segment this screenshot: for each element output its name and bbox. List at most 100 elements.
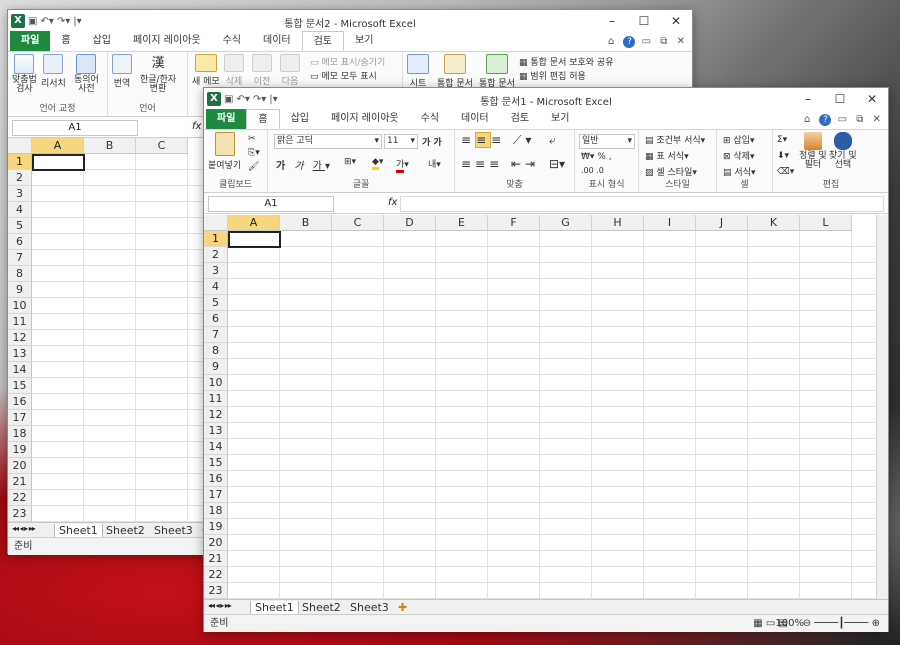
tab-6[interactable]: 검토 <box>301 31 345 51</box>
tab-4[interactable]: 수식 <box>212 31 252 51</box>
sheet-nav-buttons[interactable]: ◂◂ ◂ ▸ ▸▸ <box>208 601 232 610</box>
customize-qat-icon[interactable]: |▾ <box>269 94 277 105</box>
tab-2[interactable]: 삽입 <box>82 31 122 51</box>
column-header[interactable]: J <box>696 215 748 231</box>
tab-4[interactable]: 수식 <box>410 109 450 129</box>
row-header[interactable]: 3 <box>8 186 32 202</box>
row-header[interactable]: 10 <box>8 298 32 314</box>
column-header[interactable]: C <box>332 215 384 231</box>
font-grow-shrink-buttons[interactable]: 가 가 <box>422 135 442 148</box>
hanja-convert-button[interactable]: 漢 한글/한자 변환 <box>140 54 176 94</box>
ribbon-window-controls[interactable]: ⌂ ? ▭ ⧉ ✕ <box>608 36 688 48</box>
tab-3[interactable]: 페이지 레이아웃 <box>320 109 410 129</box>
insert-sheet-icon[interactable]: ✚ <box>394 601 411 615</box>
tab-1[interactable]: 홈 <box>50 31 81 51</box>
column-header[interactable]: F <box>488 215 540 231</box>
table-format-button[interactable]: ▦ 표 서식▾ <box>645 149 689 162</box>
column-header[interactable]: D <box>384 215 436 231</box>
insert-cells-button[interactable]: ⊞ 삽입▾ <box>723 133 755 146</box>
row-header[interactable]: 19 <box>204 519 228 535</box>
tab-2[interactable]: 삽입 <box>280 109 320 129</box>
help-icon[interactable]: ? <box>623 36 636 48</box>
fill-color-button[interactable]: ◆▾ <box>372 157 383 170</box>
protect-share-button[interactable]: ▦ 통합 문서 보호와 공유 <box>519 55 613 68</box>
save-icon[interactable]: ▣ <box>224 94 233 105</box>
help-icon[interactable]: ? <box>819 114 832 126</box>
row-header[interactable]: 8 <box>8 266 32 282</box>
name-box[interactable]: A1 <box>12 120 138 136</box>
customize-qat-icon[interactable]: |▾ <box>73 16 81 27</box>
decimal-buttons[interactable]: .00 .0 <box>581 166 604 175</box>
zoom-slider[interactable]: ⊖ ────┃──── ⊕ <box>803 615 880 633</box>
tab-5[interactable]: 데이터 <box>450 109 500 129</box>
sheet-tab-1[interactable]: Sheet1 <box>54 524 103 538</box>
protect-sheet-button[interactable]: 시트 <box>407 54 429 89</box>
row-header[interactable]: 16 <box>204 471 228 487</box>
sheet-tab-3[interactable]: Sheet3 <box>150 524 197 538</box>
maximize-button[interactable]: ☐ <box>824 88 856 110</box>
autosum-icon[interactable]: Σ▾ <box>777 132 794 148</box>
sheet-tab-3[interactable]: Sheet3 <box>346 601 393 615</box>
tab-7[interactable]: 보기 <box>540 109 580 129</box>
vertical-scrollbar[interactable] <box>876 215 888 599</box>
row-header[interactable]: 11 <box>8 314 32 330</box>
row-header[interactable]: 15 <box>8 378 32 394</box>
undo-icon[interactable]: ↶▾ <box>236 94 249 105</box>
zoom-percent[interactable]: 100% <box>775 615 804 633</box>
phonetic-button[interactable]: 내▾ <box>428 157 441 170</box>
row-header[interactable]: 6 <box>204 311 228 327</box>
spell-check-button[interactable]: 맞춤법 검사 <box>12 54 37 94</box>
currency-percent-comma-buttons[interactable]: ₩▾ % , <box>581 152 612 162</box>
format-painter-icon[interactable]: 🖌 <box>248 160 260 174</box>
sheet-tab-2[interactable]: Sheet2 <box>298 601 345 615</box>
row-header[interactable]: 22 <box>204 567 228 583</box>
tab-3[interactable]: 페이지 레이아웃 <box>122 31 212 51</box>
row-header[interactable]: 15 <box>204 455 228 471</box>
prev-comment-button[interactable]: 이전 <box>252 54 272 87</box>
worksheet-grid[interactable]: A B C D E F G H I J K L 1 2 3 4 5 6 7 8 9 10 11 12 13 14 15 16 17 18 1… <box>204 215 876 599</box>
tab-0[interactable]: 파일 <box>10 31 51 51</box>
row-header[interactable]: 7 <box>204 327 228 343</box>
border-button[interactable]: ⊞▾ <box>344 157 356 167</box>
row-header[interactable]: 1 <box>204 231 228 247</box>
row-header[interactable]: 20 <box>8 458 32 474</box>
row-header[interactable]: 23 <box>8 506 32 522</box>
vertical-align-buttons[interactable]: ≡≡≡ ⟋▾ <box>461 132 535 148</box>
save-icon[interactable]: ▣ <box>28 16 37 27</box>
tab-6[interactable]: 검토 <box>500 109 540 129</box>
redo-icon[interactable]: ↷▾ <box>57 16 70 27</box>
row-header[interactable]: 21 <box>204 551 228 567</box>
row-header[interactable]: 9 <box>204 359 228 375</box>
close-button[interactable]: ✕ <box>660 10 692 32</box>
column-header[interactable]: A <box>32 138 84 154</box>
formula-input[interactable] <box>400 196 884 212</box>
active-cell[interactable] <box>228 231 281 248</box>
row-header[interactable]: 9 <box>8 282 32 298</box>
row-header[interactable]: 2 <box>8 170 32 186</box>
row-header[interactable]: 7 <box>8 250 32 266</box>
row-header[interactable]: 4 <box>204 279 228 295</box>
tab-7[interactable]: 보기 <box>344 31 384 51</box>
column-header[interactable]: H <box>592 215 644 231</box>
row-header[interactable]: 12 <box>8 330 32 346</box>
fx-icon[interactable]: fx <box>388 197 397 208</box>
horizontal-align-buttons[interactable]: ≡≡≡ ⇤⇥ <box>461 157 539 171</box>
row-header[interactable]: 11 <box>204 391 228 407</box>
ribbon-window-controls[interactable]: ⌂ ? ▭ ⧉ ✕ <box>804 114 884 126</box>
select-all-corner[interactable] <box>8 138 32 154</box>
research-button[interactable]: 리서치 <box>41 54 66 89</box>
next-comment-button[interactable]: 다음 <box>280 54 300 87</box>
row-header[interactable]: 21 <box>8 474 32 490</box>
row-header[interactable]: 23 <box>204 583 228 599</box>
column-header[interactable]: A <box>228 215 280 231</box>
undo-icon[interactable]: ↶▾ <box>40 16 53 27</box>
sheet-tab-2[interactable]: Sheet2 <box>102 524 149 538</box>
share-workbook-button[interactable]: 통합 문서 <box>479 54 515 89</box>
column-header[interactable]: B <box>84 138 136 154</box>
show-hide-comment-button[interactable]: ▭ 메모 표시/숨기기 <box>310 55 385 68</box>
row-header[interactable]: 18 <box>204 503 228 519</box>
row-header[interactable]: 22 <box>8 490 32 506</box>
row-header[interactable]: 5 <box>204 295 228 311</box>
redo-icon[interactable]: ↷▾ <box>253 94 266 105</box>
allow-edit-ranges-button[interactable]: ▦ 범위 편집 허용 <box>519 69 586 82</box>
